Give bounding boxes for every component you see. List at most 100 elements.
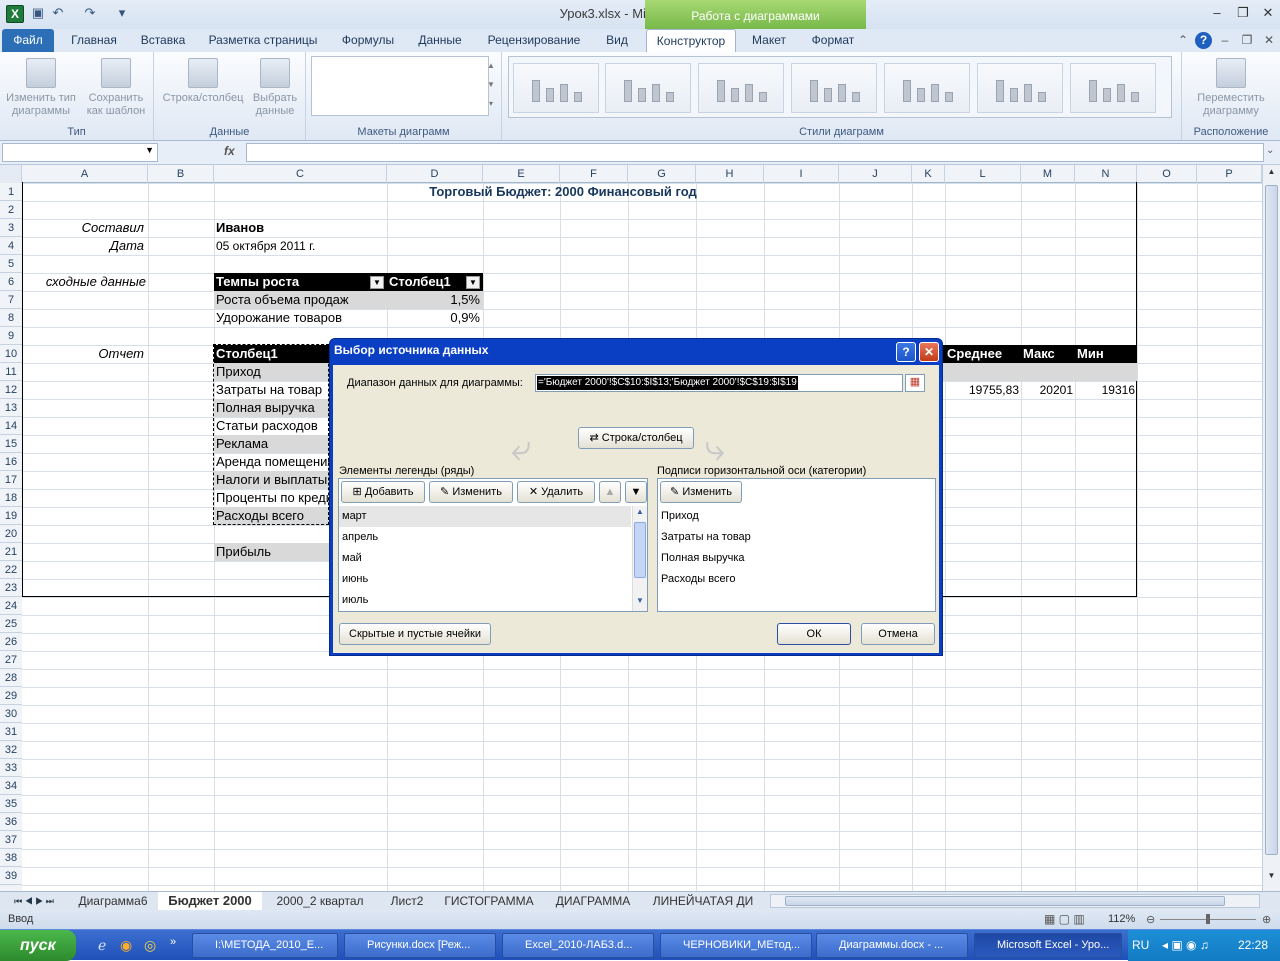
series-item[interactable]: март <box>342 510 367 522</box>
scroll-down-icon[interactable]: ▼ <box>634 596 646 609</box>
select-data-button[interactable]: Выбрать данные <box>246 58 304 118</box>
cancel-button[interactable]: Отмена <box>861 623 935 645</box>
row-header[interactable]: 30 <box>0 705 22 723</box>
range-input[interactable]: ='Бюджет 2000'!$C$10:$I$13;'Бюджет 2000'… <box>535 374 903 392</box>
col-header[interactable]: P <box>1197 165 1262 183</box>
firefox-icon[interactable]: ◉ <box>120 937 132 954</box>
tab-home[interactable]: Главная <box>62 29 126 52</box>
col-header[interactable]: K <box>912 165 945 183</box>
add-series-button[interactable]: ⊞ Добавить <box>341 481 425 503</box>
row-header[interactable]: 35 <box>0 795 22 813</box>
scroll-up-icon[interactable]: ▲ <box>1265 167 1278 181</box>
col-header[interactable]: H <box>696 165 764 183</box>
zoom-out-icon[interactable]: ⊖ <box>1146 913 1155 926</box>
category-item[interactable]: Полная выручка <box>661 552 745 564</box>
fx-icon[interactable]: fx <box>224 144 235 158</box>
language-indicator[interactable]: RU <box>1132 930 1149 961</box>
row-header[interactable]: 4 <box>0 237 22 255</box>
switch-row-column-dialog-button[interactable]: ⇄ Строка/столбец <box>578 427 694 449</box>
tab-formulas[interactable]: Формулы <box>332 29 404 52</box>
row-header[interactable]: 23 <box>0 579 22 597</box>
expand-formula-icon[interactable]: ⌄ <box>1266 145 1274 156</box>
style-thumb[interactable] <box>791 63 877 113</box>
row-header[interactable]: 10 <box>0 345 22 363</box>
row-header[interactable]: 5 <box>0 255 22 273</box>
name-box[interactable]: ▼ <box>2 143 158 162</box>
switch-row-column-button[interactable]: Строка/столбец <box>160 58 246 105</box>
taskbar-item-active[interactable]: Microsoft Excel - Уро... <box>974 933 1122 958</box>
row-header[interactable]: 22 <box>0 561 22 579</box>
dialog-close-button[interactable]: ✕ <box>919 342 939 362</box>
row-header[interactable]: 31 <box>0 723 22 741</box>
row-header[interactable]: 2 <box>0 201 22 219</box>
tray-icons[interactable]: ◂ ▣ ◉ ♫ <box>1162 930 1209 961</box>
taskbar-item[interactable]: Диаграммы.docx - ... <box>816 933 968 958</box>
style-thumb[interactable] <box>698 63 784 113</box>
row-header[interactable]: 7 <box>0 291 22 309</box>
scroll-thumb[interactable] <box>1265 185 1278 855</box>
select-all-corner[interactable] <box>0 165 22 183</box>
style-thumb[interactable] <box>1070 63 1156 113</box>
series-item[interactable]: апрель <box>342 531 378 543</box>
close-workbook-icon[interactable]: ✕ <box>1262 29 1276 52</box>
more-icon[interactable]: » <box>170 936 176 948</box>
minimize-workbook-icon[interactable]: – <box>1218 29 1232 52</box>
hidden-empty-cells-button[interactable]: Скрытые и пустые ячейки <box>339 623 491 645</box>
sheet-tab-active[interactable]: Бюджет 2000 <box>158 892 262 910</box>
tab-view[interactable]: Вид <box>596 29 638 52</box>
move-chart-button[interactable]: Переместить диаграмму <box>1186 58 1276 118</box>
row-header[interactable]: 24 <box>0 597 22 615</box>
col-header[interactable]: B <box>148 165 214 183</box>
row-header[interactable]: 20 <box>0 525 22 543</box>
sheet-tab[interactable]: Диаграмма6 <box>70 892 156 910</box>
series-item[interactable]: май <box>342 552 362 564</box>
change-chart-type-button[interactable]: Изменить тип диаграммы <box>4 58 78 118</box>
tab-page-layout[interactable]: Разметка страницы <box>200 29 326 52</box>
row-header[interactable]: 6 <box>0 273 22 291</box>
ie-icon[interactable]: ℯ <box>98 937 106 954</box>
row-header[interactable]: 14 <box>0 417 22 435</box>
view-mode-icon[interactable]: ▦ ▢ ▥ <box>1044 912 1085 926</box>
row-header[interactable]: 12 <box>0 381 22 399</box>
style-thumb[interactable] <box>513 63 599 113</box>
col-header[interactable]: M <box>1021 165 1075 183</box>
tab-design[interactable]: Конструктор <box>646 29 736 52</box>
style-thumb[interactable] <box>977 63 1063 113</box>
horizontal-scrollbar[interactable] <box>770 894 1260 908</box>
restore-icon[interactable]: ❐ <box>1232 4 1254 22</box>
move-up-icon[interactable]: ▲ <box>599 481 621 503</box>
row-header[interactable]: 36 <box>0 813 22 831</box>
category-item[interactable]: Расходы всего <box>661 573 735 585</box>
row-header[interactable]: 33 <box>0 759 22 777</box>
row-header[interactable]: 34 <box>0 777 22 795</box>
col-header[interactable]: D <box>387 165 483 183</box>
delete-series-button[interactable]: ✕ Удалить <box>517 481 595 503</box>
category-item[interactable]: Затраты на товар <box>661 531 751 543</box>
row-header[interactable]: 39 <box>0 867 22 885</box>
sheet-tab[interactable]: ДИАГРАММА <box>546 892 640 910</box>
layout-gallery[interactable] <box>311 56 489 116</box>
taskbar-item[interactable]: Рисунки.docx [Реж... <box>344 933 496 958</box>
close-icon[interactable]: ✕ <box>1257 4 1279 22</box>
sheet-tab[interactable]: Лист2 <box>380 892 434 910</box>
move-down-icon[interactable]: ▼ <box>625 481 647 503</box>
row-header[interactable]: 37 <box>0 831 22 849</box>
tab-format[interactable]: Формат <box>804 29 862 52</box>
style-thumb[interactable] <box>884 63 970 113</box>
formula-input[interactable] <box>246 143 1264 162</box>
row-header[interactable]: 19 <box>0 507 22 525</box>
tab-insert[interactable]: Вставка <box>132 29 194 52</box>
edit-series-button[interactable]: ✎ Изменить <box>429 481 513 503</box>
ok-button[interactable]: ОК <box>777 623 851 645</box>
col-header[interactable]: N <box>1075 165 1137 183</box>
zoom-level[interactable]: 112% <box>1108 913 1135 925</box>
ribbon-collapse-icon[interactable]: ⌃ <box>1176 29 1190 52</box>
row-header[interactable]: 26 <box>0 633 22 651</box>
row-header[interactable]: 9 <box>0 327 22 345</box>
filter-dropdown-icon[interactable]: ▼ <box>370 276 384 289</box>
col-header[interactable]: E <box>483 165 560 183</box>
tab-data[interactable]: Данные <box>410 29 470 52</box>
start-button[interactable]: пуск <box>0 930 76 961</box>
series-item[interactable]: июнь <box>342 573 368 585</box>
tab-file[interactable]: Файл <box>2 29 54 52</box>
